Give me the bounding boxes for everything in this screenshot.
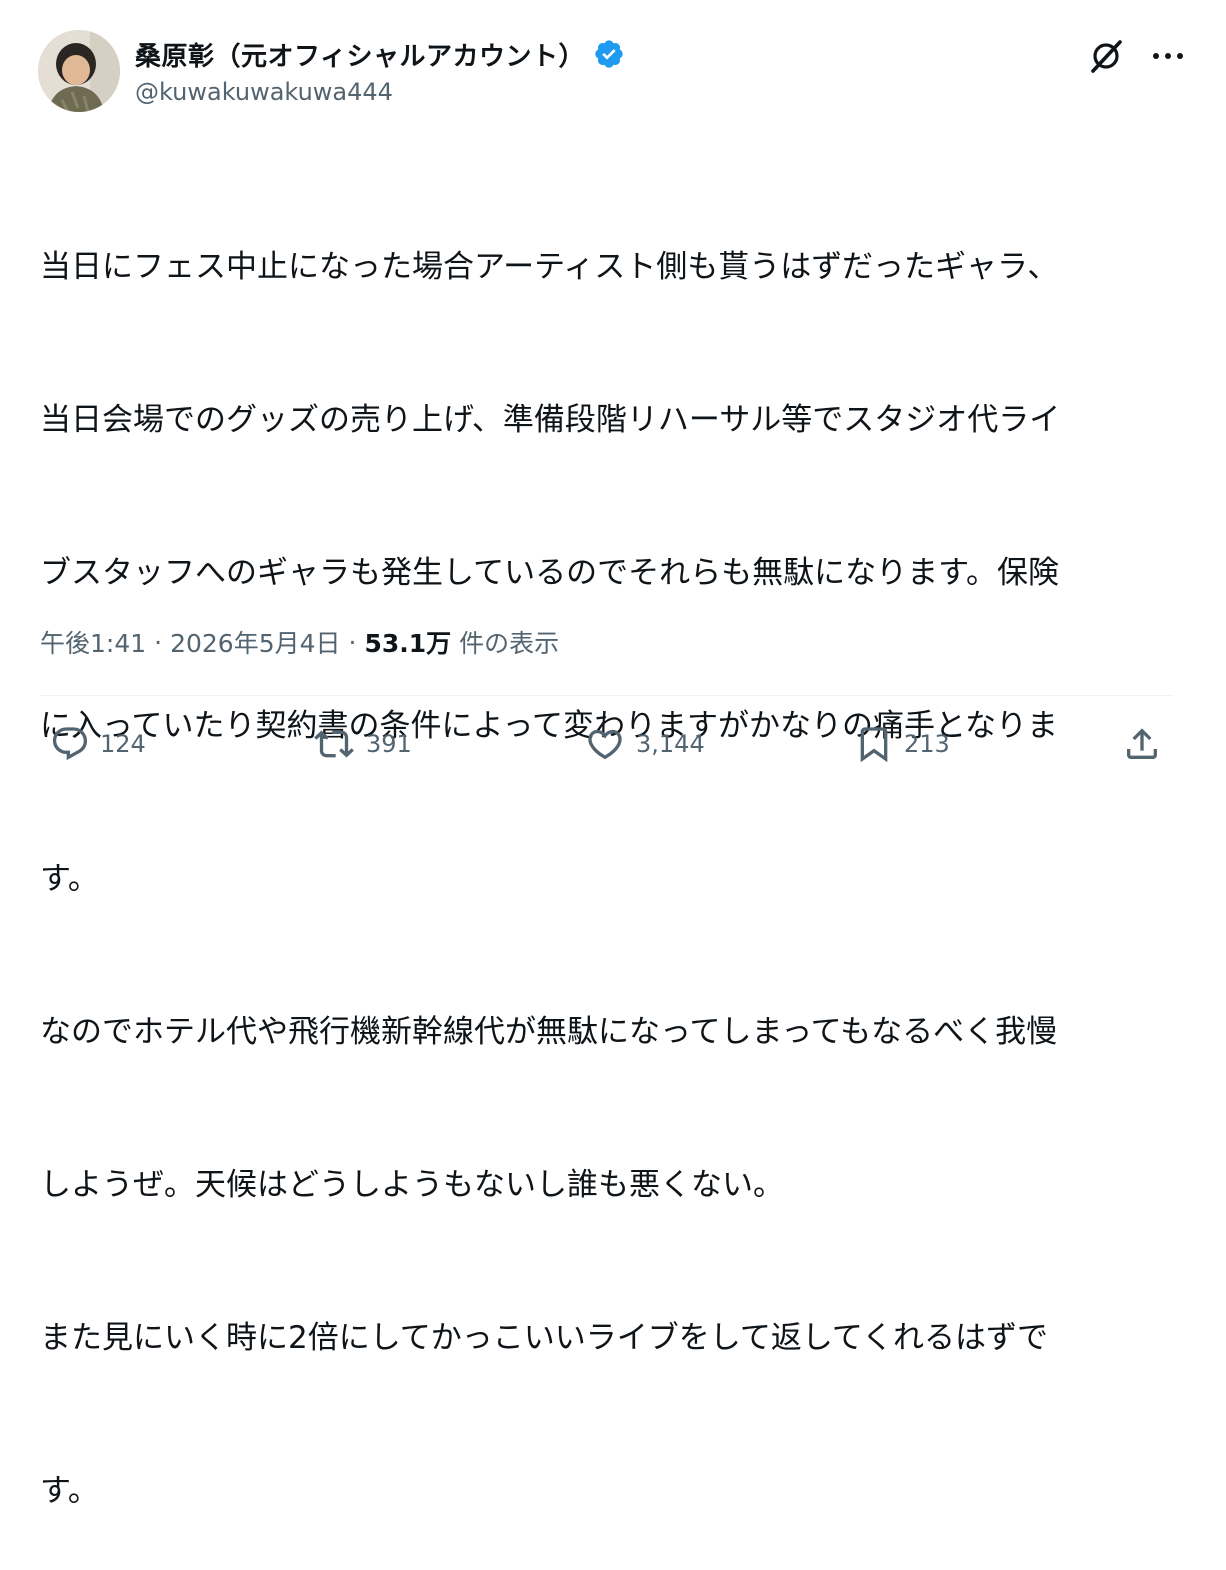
- tweet-time[interactable]: 午後1:41: [40, 624, 146, 660]
- tweet-text-line: しようぜ。天候はどうしようもないし誰も悪くない。: [40, 1167, 784, 1203]
- bookmark-icon: [860, 727, 888, 763]
- share-button[interactable]: [1122, 718, 1162, 770]
- tweet-detail: 桑原彰（元オフィシャルアカウント） @kuwakuwakuwa444 当日にフェ…: [0, 0, 1226, 1509]
- divider: [40, 695, 1173, 696]
- meta-separator: ·: [348, 627, 357, 657]
- grok-icon[interactable]: [1086, 36, 1126, 76]
- avatar[interactable]: [38, 30, 120, 112]
- author-names: 桑原彰（元オフィシャルアカウント） @kuwakuwakuwa444: [135, 34, 895, 106]
- repost-count: 391: [366, 730, 412, 758]
- repost-icon: [314, 730, 354, 758]
- tweet-text-line: す。: [40, 1473, 99, 1509]
- share-icon: [1127, 728, 1157, 759]
- author-handle[interactable]: @kuwakuwakuwa444: [135, 78, 895, 106]
- tweet-text-line: 当日会場でのグッズの売り上げ、準備段階リハーサル等でスタジオ代ライ: [40, 402, 1061, 438]
- tweet-text-line: す。: [40, 861, 99, 897]
- tweet-text: 当日にフェス中止になった場合アーティスト側も貰うはずだったギャラ、 当日会場での…: [40, 140, 1175, 1570]
- tweet-text-line: 当日にフェス中止になった場合アーティスト側も貰うはずだったギャラ、: [40, 249, 1059, 285]
- reply-icon: [52, 727, 88, 761]
- display-name-row: 桑原彰（元オフィシャルアカウント）: [135, 34, 895, 74]
- repost-button[interactable]: 391: [312, 718, 412, 770]
- tweet-text-line: なのでホテル代や飛行機新幹線代が無駄になってしまってもなるべく我慢: [40, 1014, 1058, 1050]
- reply-count: 124: [100, 730, 146, 758]
- like-button[interactable]: 3,144: [584, 718, 705, 770]
- display-name[interactable]: 桑原彰（元オフィシャルアカウント）: [135, 36, 585, 73]
- more-icon[interactable]: [1148, 36, 1188, 76]
- reply-button[interactable]: 124: [50, 718, 146, 770]
- tweet-date[interactable]: 2026年5月4日: [170, 624, 340, 660]
- views-label[interactable]: 件の表示: [459, 624, 559, 660]
- header-actions: [1086, 36, 1188, 76]
- verified-badge-icon[interactable]: [593, 38, 625, 70]
- tweet-meta: 午後1:41 · 2026年5月4日 · 53.1万 件の表示: [40, 620, 559, 664]
- avatar-image: [38, 30, 120, 112]
- tweet-text-line: ブスタッフへのギャラも発生しているのでそれらも無駄になります。保険: [40, 555, 1059, 591]
- tweet-text-line: また見にいく時に2倍にしてかっこいいライブをして返してくれるはずで: [40, 1320, 1048, 1356]
- tweet-header: 桑原彰（元オフィシャルアカウント） @kuwakuwakuwa444: [38, 30, 1188, 114]
- meta-separator: ·: [154, 627, 163, 657]
- bookmark-count: 213: [904, 730, 950, 758]
- like-count: 3,144: [636, 730, 705, 758]
- like-icon: [588, 729, 622, 760]
- action-bar: 124 391 3,144 213: [40, 718, 1175, 770]
- views-count[interactable]: 53.1万: [364, 624, 451, 660]
- bookmark-button[interactable]: 213: [854, 718, 950, 770]
